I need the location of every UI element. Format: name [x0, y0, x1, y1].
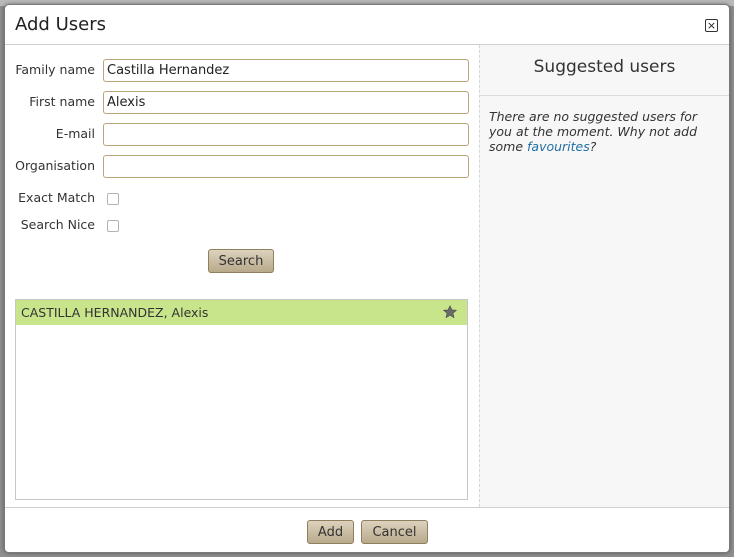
- dialog-header: Add Users ×: [5, 5, 729, 45]
- first-name-input[interactable]: [103, 91, 469, 114]
- add-users-dialog: Add Users × Family name First name E-mai…: [4, 4, 730, 553]
- family-name-label: Family name: [15, 62, 95, 77]
- search-button[interactable]: Search: [208, 249, 274, 273]
- suggested-users-message: There are no suggested users for you at …: [489, 109, 721, 154]
- email-label: E-mail: [55, 126, 95, 141]
- suggested-users-title: Suggested users: [533, 57, 676, 77]
- exact-match-checkbox[interactable]: [107, 193, 119, 205]
- exact-match-row: Exact Match: [5, 187, 479, 211]
- email-input[interactable]: [103, 123, 469, 146]
- suggested-text-after: ?: [589, 139, 597, 154]
- family-name-row: Family name: [5, 59, 479, 83]
- favourites-link[interactable]: favourites: [527, 139, 590, 154]
- family-name-input[interactable]: [103, 59, 469, 82]
- search-results-list: CASTILLA HERNANDEZ, Alexis: [15, 299, 468, 500]
- result-row[interactable]: CASTILLA HERNANDEZ, Alexis: [16, 300, 467, 325]
- organisation-row: Organisation: [5, 155, 479, 179]
- close-button[interactable]: ×: [705, 19, 718, 32]
- close-icon: ×: [706, 18, 717, 32]
- suggested-users-pane: Suggested users There are no suggested u…: [479, 45, 729, 507]
- cancel-button[interactable]: Cancel: [361, 520, 428, 544]
- email-row: E-mail: [5, 123, 479, 147]
- dialog-footer: Add Cancel: [5, 507, 729, 552]
- organisation-label: Organisation: [15, 158, 95, 173]
- exact-match-label: Exact Match: [18, 190, 95, 205]
- dialog-title: Add Users: [15, 14, 106, 35]
- first-name-label: First name: [29, 94, 95, 109]
- search-form-pane: Family name First name E-mail Organisati…: [5, 45, 479, 507]
- first-name-row: First name: [5, 91, 479, 115]
- search-nice-checkbox[interactable]: [107, 220, 119, 232]
- search-nice-row: Search Nice: [5, 214, 479, 238]
- search-nice-label: Search Nice: [20, 217, 95, 232]
- result-name: CASTILLA HERNANDEZ, Alexis: [21, 305, 209, 320]
- add-button[interactable]: Add: [307, 520, 354, 544]
- organisation-input[interactable]: [103, 155, 469, 178]
- star-icon[interactable]: [443, 305, 457, 319]
- suggested-divider: [480, 95, 729, 96]
